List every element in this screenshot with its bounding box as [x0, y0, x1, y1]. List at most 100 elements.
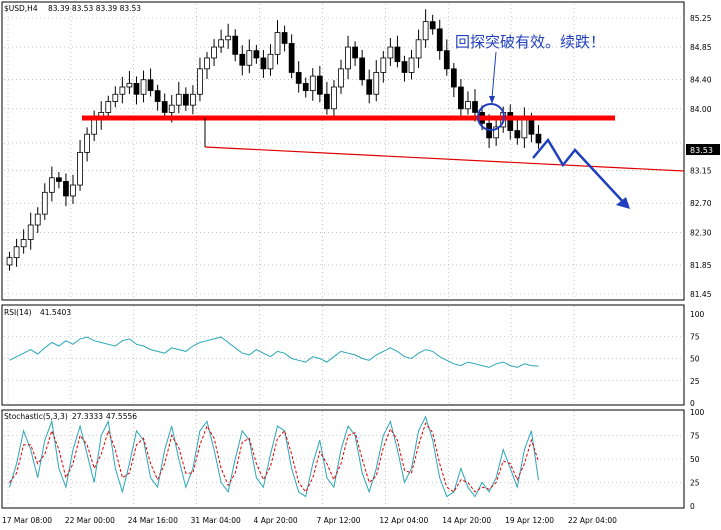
stochastic-main-line	[9, 415, 539, 498]
bear-candle	[472, 101, 478, 113]
bull-candle	[197, 68, 203, 95]
projection-arrow	[532, 137, 627, 206]
time-tick-label: 4 Apr 20:00	[254, 516, 298, 525]
bear-candle	[260, 57, 267, 70]
bear-candle	[295, 72, 302, 84]
price-tick-label: 82.30	[690, 228, 712, 237]
time-tick-label: 17 Mar 08:00	[2, 516, 52, 525]
price-tick-label: 82.70	[690, 199, 712, 208]
bull-candle	[48, 177, 55, 193]
bull-candle	[331, 86, 337, 110]
time-tick-label: 22 Apr 04:00	[568, 516, 617, 525]
bear-candle	[514, 130, 521, 139]
bull-candle	[387, 46, 394, 59]
bull-candle	[27, 224, 34, 240]
bull-candle	[338, 68, 344, 88]
time-tick-label: 31 Mar 04:00	[191, 516, 241, 525]
bull-candle	[140, 79, 147, 95]
rsi-panel	[1, 304, 685, 406]
rsi-axis: 100 75 50 25 0	[690, 310, 705, 408]
price-tick-label: 84.85	[690, 43, 712, 52]
bull-candle	[373, 72, 380, 95]
bull-candle	[77, 151, 83, 186]
stochastic-main-readout: 27.3333	[72, 412, 103, 421]
annotation-text: 回探突破有效。续跌！	[455, 33, 605, 51]
bear-candle	[133, 82, 140, 95]
bull-candle	[267, 53, 274, 70]
bear-candle	[528, 119, 535, 135]
bear-candle	[352, 46, 358, 59]
bull-candle	[70, 184, 76, 197]
price-tick-label: 84.00	[690, 105, 712, 114]
price-tick-label: 81.45	[690, 290, 712, 299]
bull-candle	[34, 213, 41, 226]
bear-candle	[239, 53, 246, 66]
ohlc-readout: 83.39 83.53 83.39 83.53	[48, 4, 141, 13]
bull-candle	[408, 57, 415, 73]
oscillator-tick-label: 75	[690, 432, 700, 441]
bull-candle	[6, 257, 13, 266]
bull-candle	[105, 101, 112, 113]
bull-candle	[41, 191, 48, 215]
bear-candle	[535, 133, 542, 144]
bull-candle	[465, 101, 471, 110]
oscillator-tick-label: 0	[690, 502, 695, 511]
stochastic-title: Stochastic(5,3,3)	[4, 412, 68, 421]
time-tick-label: 12 Apr 04:00	[379, 516, 428, 525]
bear-candle	[394, 46, 401, 62]
bull-candle	[112, 93, 119, 102]
price-tick-label: 84.40	[690, 76, 712, 85]
stochastic-signal-readout: 47.5556	[106, 412, 137, 421]
bull-candle	[521, 119, 528, 139]
bull-candle	[91, 119, 98, 135]
symbol-info: $USD,H4	[4, 4, 38, 13]
bull-candle	[13, 246, 20, 259]
bear-candle	[366, 79, 373, 95]
bull-candle	[415, 39, 422, 59]
bull-candle	[309, 75, 316, 92]
bear-candle	[401, 61, 408, 73]
bear-candle	[154, 90, 161, 102]
bear-candle	[147, 79, 154, 92]
bull-candle	[168, 104, 175, 113]
trading-chart: 回探突破有效。续跌！ 83.53 $USD,H4 83.39 83.53 83.…	[1, 1, 720, 525]
bear-candle	[281, 32, 288, 44]
time-axis: 17 Mar 08:00 22 Mar 00:00 24 Mar 16:00 31 M…	[2, 516, 617, 525]
bear-candle	[56, 177, 62, 182]
rsi-title: RSI(14)	[4, 308, 32, 317]
bull-candle	[84, 133, 90, 153]
bear-candle	[324, 93, 330, 110]
oscillator-tick-label: 50	[690, 355, 700, 364]
bull-candle	[204, 57, 210, 70]
oscillator-tick-label: 25	[690, 479, 700, 488]
rsi-line	[9, 336, 539, 368]
oscillator-tick-label: 75	[690, 332, 700, 341]
time-tick-label: 22 Mar 00:00	[65, 516, 115, 525]
oscillator-tick-label: 25	[690, 377, 700, 386]
stochastic-signal-line	[9, 422, 539, 493]
oscillator-tick-label: 0	[690, 399, 695, 408]
bull-candle	[380, 57, 387, 73]
bear-candle	[182, 93, 189, 106]
bear-candle	[302, 82, 309, 92]
time-tick-label: 19 Apr 12:00	[505, 516, 554, 525]
bull-candle	[422, 21, 429, 41]
bear-candle	[443, 50, 450, 70]
bear-candle	[253, 50, 260, 59]
bull-candle	[119, 86, 126, 95]
bull-candle	[211, 46, 217, 59]
rsi-readout: 41.5403	[40, 308, 71, 317]
time-tick-label: 24 Mar 16:00	[128, 516, 178, 525]
bear-candle	[359, 57, 366, 81]
bear-candle	[161, 101, 168, 113]
bull-candle	[126, 82, 133, 88]
bull-candle	[20, 239, 27, 248]
bear-candle	[316, 75, 323, 95]
bull-candle	[274, 32, 281, 55]
price-axis: 85.25 84.85 84.40 84.00 83.15 82.70 82.30 81.85…	[690, 14, 712, 299]
bull-candle	[190, 93, 196, 106]
oscillator-tick-label: 50	[690, 455, 700, 464]
price-tick-label: 85.25	[690, 14, 712, 23]
bear-candle	[288, 43, 295, 73]
bear-candle	[507, 112, 514, 131]
